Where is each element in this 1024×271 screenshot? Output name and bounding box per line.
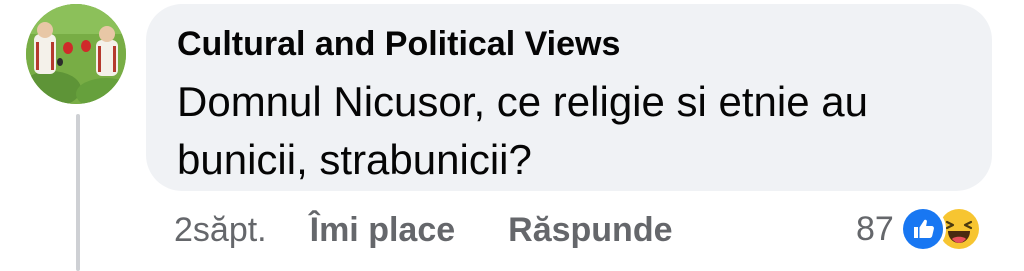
comment-bubble: Cultural and Political Views Domnul Nicu…: [146, 4, 992, 191]
reactions-summary[interactable]: 87: [856, 204, 982, 254]
comment-actions: 2săpt. Îmi place Răspunde: [174, 206, 673, 254]
comment-item: Cultural and Political Views Domnul Nicu…: [0, 0, 1024, 271]
reply-button[interactable]: Răspunde: [508, 211, 672, 250]
avatar[interactable]: [26, 4, 126, 104]
comment-timestamp[interactable]: 2săpt.: [174, 211, 267, 250]
avatar-image: [26, 4, 126, 104]
reaction-count: 87: [856, 209, 894, 248]
reply-thread-line: [76, 114, 80, 271]
comment-author[interactable]: Cultural and Political Views: [177, 23, 992, 65]
like-button[interactable]: Îmi place: [310, 211, 456, 250]
like-icon: [899, 206, 946, 252]
comment-text: Domnul Nicusor, ce religie si etnie au b…: [177, 78, 868, 183]
